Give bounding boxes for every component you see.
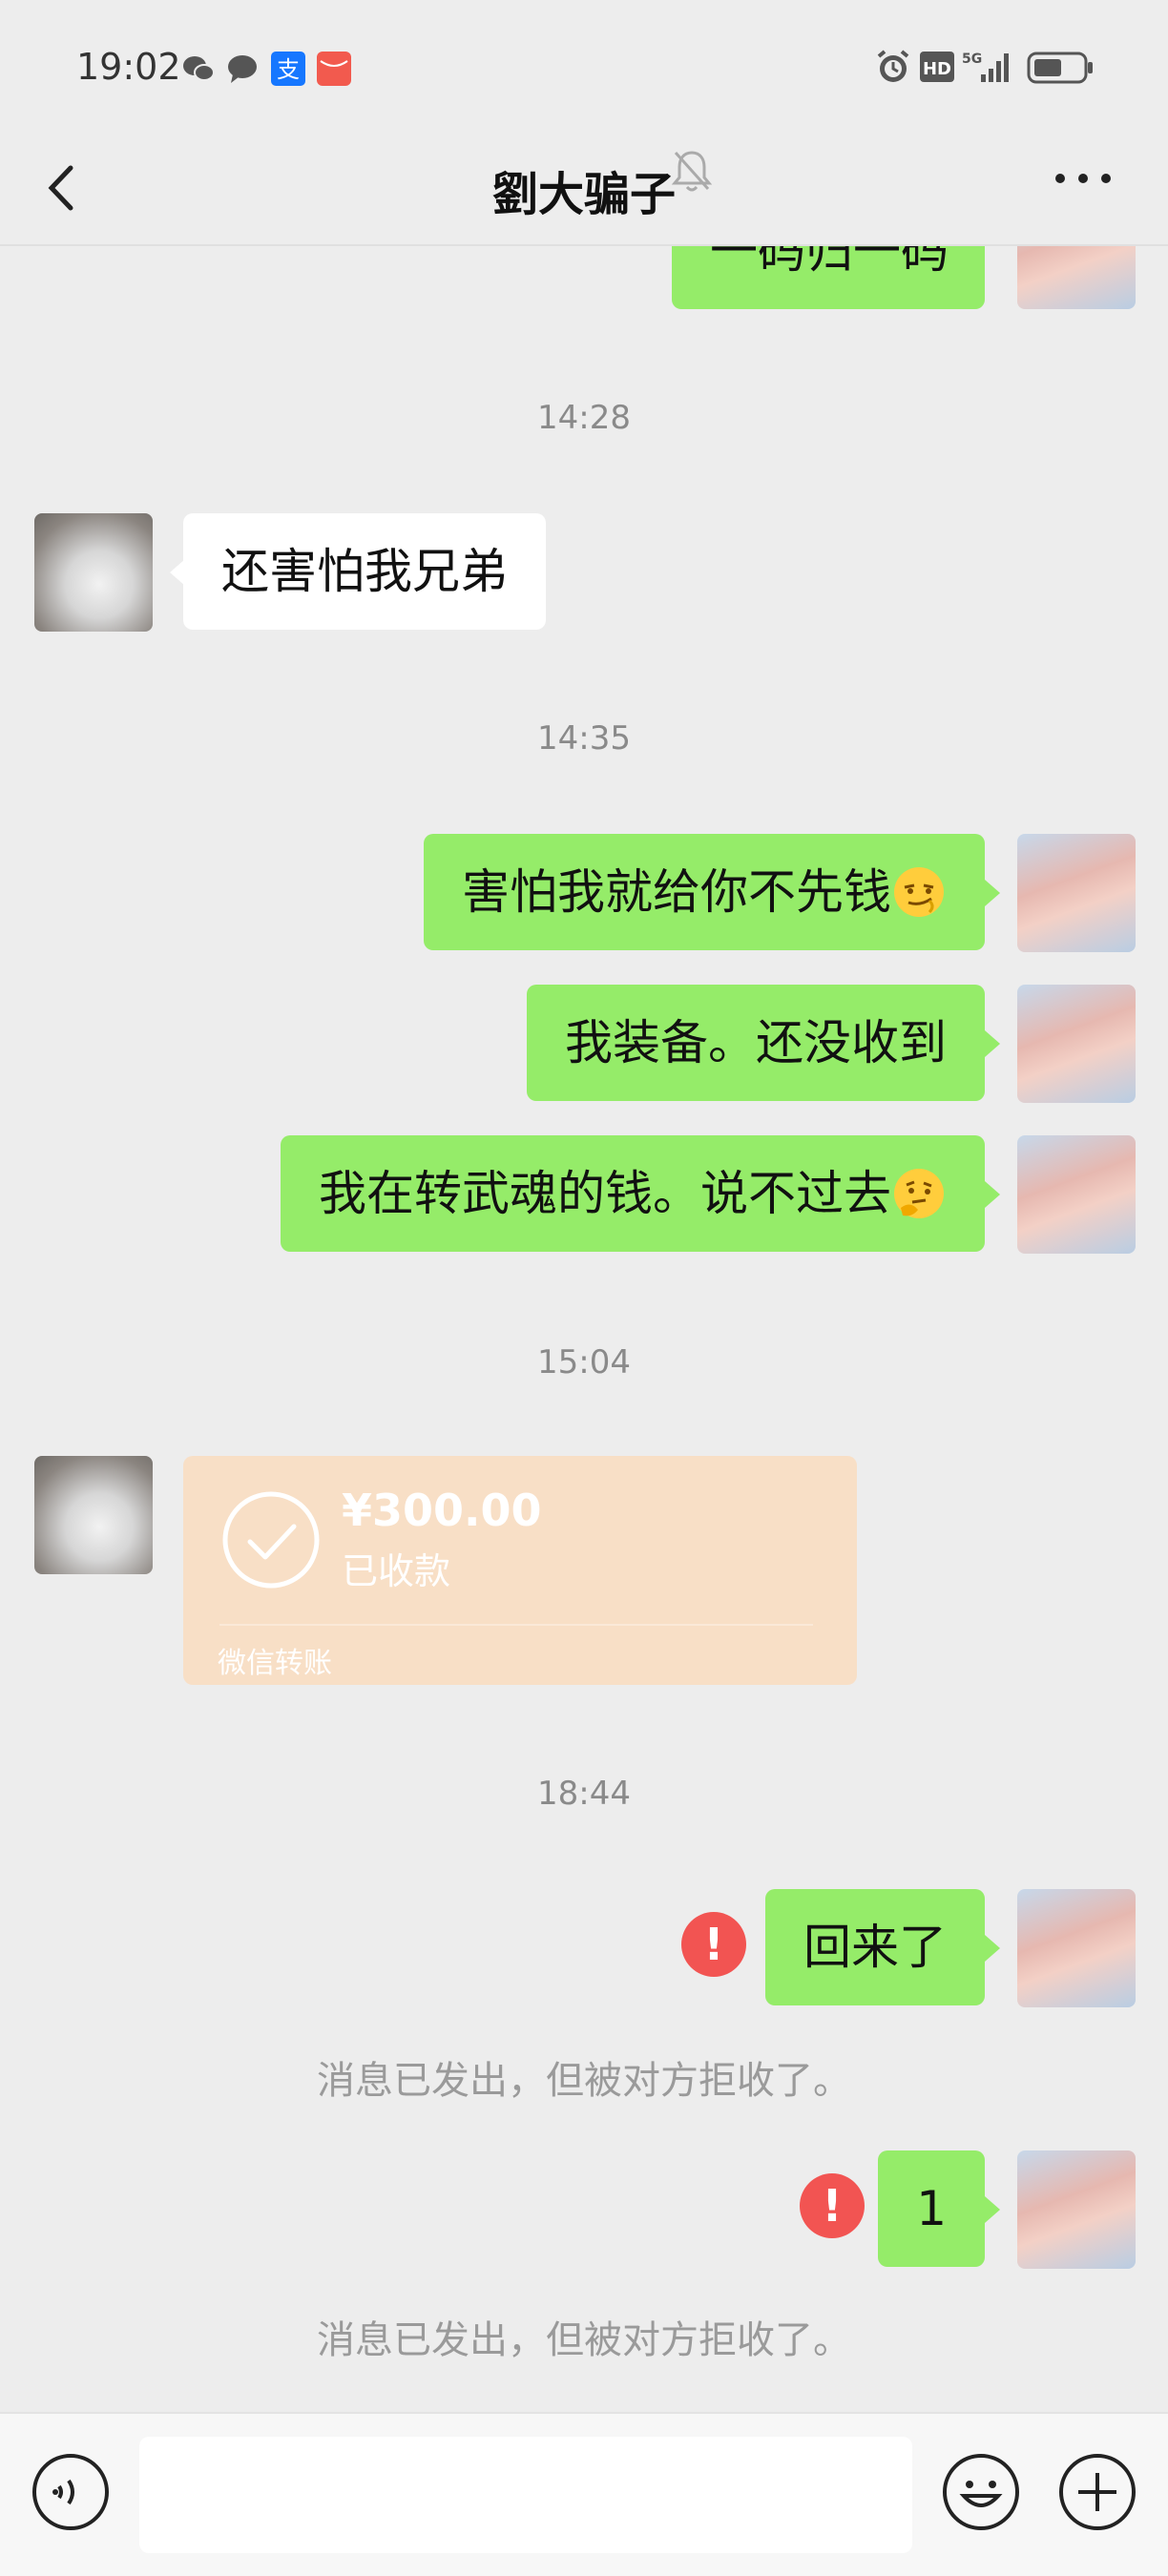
battery-icon: [1027, 52, 1093, 84]
more-dots-icon[interactable]: [1053, 172, 1113, 185]
timestamp: 18:44: [537, 1775, 631, 1813]
chat-title[interactable]: 劉大骗子: [0, 156, 1168, 223]
divider: [219, 1624, 813, 1626]
red-app-icon: [317, 52, 351, 86]
message-bubble-sent[interactable]: 我在转武魂的钱。说不过去: [281, 1135, 985, 1252]
emoji-icon[interactable]: [941, 2452, 1021, 2532]
rejected-notice: 消息已发出，但被对方拒收了。: [317, 2318, 851, 2362]
timestamp: 14:35: [537, 719, 631, 758]
timestamp: 15:04: [537, 1343, 631, 1381]
message-bubble-partial[interactable]: 一码归一码: [672, 246, 985, 309]
send-failed-icon[interactable]: !: [800, 2173, 865, 2238]
transfer-amount: ¥300.00: [342, 1485, 542, 1536]
svg-text:支: 支: [277, 56, 300, 83]
transfer-type-label: 微信转账: [218, 1647, 332, 1680]
status-bar: 19:02 支 HD 5G: [0, 0, 1168, 134]
message-bubble-sent[interactable]: 我装备。还没收到: [527, 985, 985, 1101]
send-failed-icon[interactable]: !: [681, 1912, 746, 1977]
my-avatar[interactable]: [1017, 834, 1136, 952]
bubble-tail: [985, 880, 1000, 906]
my-avatar[interactable]: [1017, 985, 1136, 1103]
message-bubble-received[interactable]: 还害怕我兄弟: [183, 513, 546, 630]
message-text: 害怕我就给你不先钱: [462, 864, 891, 920]
message-icon: [228, 55, 257, 83]
contact-avatar[interactable]: [34, 513, 153, 632]
message-bubble-sent[interactable]: 1: [878, 2150, 985, 2267]
my-avatar[interactable]: [1017, 1889, 1136, 2007]
input-bar: [0, 2412, 1168, 2576]
timestamp: 14:28: [537, 399, 631, 437]
message-list[interactable]: 一码归一码 14:28 还害怕我兄弟 14:35 害怕我就给你不先钱 我装备。还…: [0, 246, 1168, 2412]
svg-text:5G: 5G: [962, 52, 982, 67]
bell-muted-icon: [671, 151, 713, 192]
alipay-icon: 支: [271, 52, 305, 86]
smirk-emoji-icon: [894, 866, 944, 917]
voice-icon[interactable]: [31, 2452, 111, 2532]
message-input[interactable]: [139, 2437, 912, 2553]
transfer-card[interactable]: ¥300.00 已收款 微信转账: [183, 1456, 857, 1685]
wechat-icon: [183, 56, 215, 81]
message-text: 我在转武魂的钱。说不过去: [319, 1166, 891, 1221]
my-avatar[interactable]: [1017, 246, 1136, 309]
rejected-notice: 消息已发出，但被对方拒收了。: [317, 2059, 851, 2103]
alarm-icon: [877, 50, 909, 82]
thinking-emoji-icon: [894, 1168, 944, 1218]
my-avatar[interactable]: [1017, 1135, 1136, 1254]
message-bubble-sent[interactable]: 回来了: [765, 1889, 985, 2005]
status-time: 19:02: [76, 46, 181, 88]
contact-avatar[interactable]: [34, 1456, 153, 1574]
bubble-tail: [985, 1030, 1000, 1057]
transfer-status: 已收款: [342, 1550, 451, 1592]
5g-signal-icon: 5G: [962, 52, 1009, 82]
my-avatar[interactable]: [1017, 2150, 1136, 2269]
bubble-tail: [985, 2196, 1000, 2223]
bubble-tail: [985, 1181, 1000, 1208]
plus-icon[interactable]: [1057, 2452, 1137, 2532]
bubble-tail: [985, 1935, 1000, 1962]
hd-icon: HD: [920, 52, 954, 82]
svg-text:HD: HD: [923, 59, 951, 79]
chat-header: 劉大骗子: [0, 134, 1168, 246]
message-bubble-sent[interactable]: 害怕我就给你不先钱: [424, 834, 985, 950]
check-circle-icon: [222, 1491, 320, 1589]
